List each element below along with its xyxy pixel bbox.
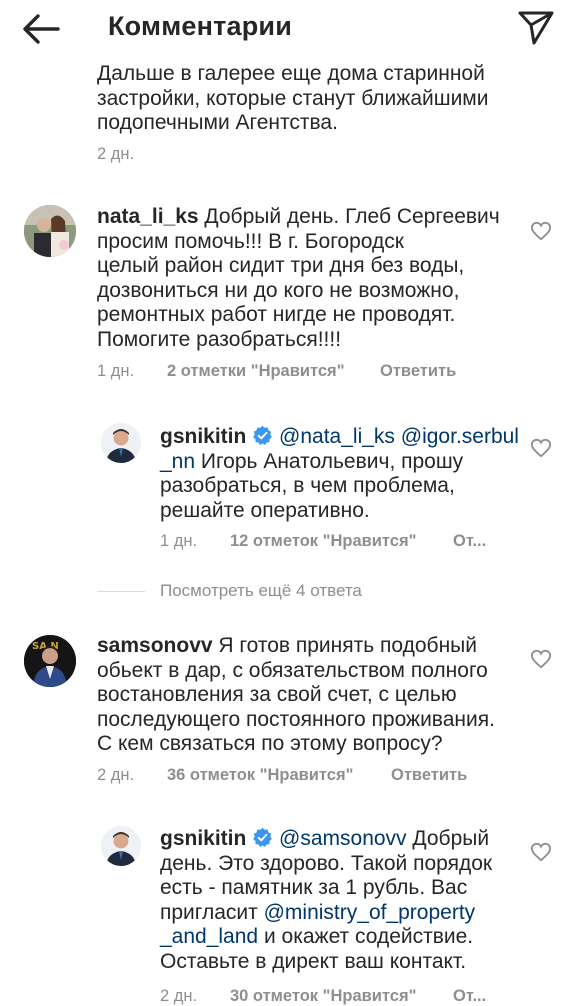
view-more-replies-link[interactable]: Посмотреть ещё 4 ответа — [160, 581, 362, 601]
page-title: Комментарии — [108, 11, 293, 41]
divider — [97, 591, 145, 592]
mention-link[interactable]: @nata_li_ks — [279, 425, 395, 448]
mention-link-continuation[interactable]: _nn — [160, 450, 195, 473]
verified-badge-icon — [253, 827, 272, 848]
comment-text-line: обьект в дар, с обязательством полного — [97, 659, 488, 682]
likes-count-link[interactable]: 12 отметок "Нравится" — [230, 532, 416, 551]
comment-time: 2 дн. — [97, 766, 135, 784]
mention-link[interactable]: @samsonovv — [279, 827, 407, 850]
comment-text-line: С кем связаться по этому вопросу? — [97, 732, 443, 755]
comment-text-line: Я готов принять подобный — [218, 634, 477, 657]
comment-text-line: застройки, которые станут ближайшими — [97, 87, 489, 110]
comment-time: 2 дн. — [160, 987, 198, 1005]
comment-text-line: Добрый — [412, 827, 490, 850]
comment-username[interactable]: samsonovv — [97, 634, 213, 657]
avatar-photo-icon — [24, 205, 76, 257]
comment-text-line: Игорь Анатольевич, прошу — [200, 450, 464, 473]
reply-button[interactable]: Ответить — [380, 362, 456, 381]
avatar[interactable]: SA N — [24, 635, 76, 687]
comment-text-line: решайте оперативно. — [160, 499, 370, 522]
comment-time: 1 дн. — [97, 362, 135, 380]
heart-icon[interactable] — [530, 221, 552, 241]
reply-button[interactable]: От... — [453, 532, 486, 551]
comment-text-line: востановления за свой счет, с целью — [97, 683, 457, 706]
comment-text-line: день. Это здорово. Такой порядок — [160, 852, 493, 875]
comment-text-line: подопечными Агентства. — [97, 111, 338, 134]
comment-time: 2 дн. — [97, 145, 135, 163]
comment-text-line: просим помочь!!! В г. Богородск — [97, 230, 404, 253]
reply-button[interactable]: От... — [453, 987, 486, 1006]
comment-text-line: ремонтных работ нигде не проводят. — [97, 303, 456, 326]
likes-count-link[interactable]: 30 отметок "Нравится" — [230, 987, 416, 1006]
comment-text-line: разобраться, в чем проблема, — [160, 474, 455, 497]
avatar[interactable] — [101, 423, 141, 463]
reply-username[interactable]: gsnikitin — [160, 827, 246, 850]
heart-icon[interactable] — [530, 842, 552, 862]
comment-text-line: и окажет содействие. — [263, 925, 474, 948]
verified-badge-icon — [253, 425, 272, 446]
comment-username[interactable]: nata_li_ks — [97, 205, 199, 228]
reply-username[interactable]: gsnikitin — [160, 425, 246, 448]
likes-count-link[interactable]: 36 отметок "Нравится" — [167, 766, 353, 785]
avatar[interactable] — [101, 826, 141, 866]
heart-icon[interactable] — [530, 649, 552, 669]
comment-text-line: Помогите разобраться!!!! — [97, 328, 342, 351]
comment-text-line: Оставьте в директ ваш контакт. — [160, 950, 467, 973]
mention-link-continuation[interactable]: _and_land — [160, 925, 258, 948]
comment-text-line: Добрый день. Глеб Сергеевич — [204, 205, 500, 228]
mention-link[interactable]: @ministry_of_property — [264, 901, 476, 924]
reply-button[interactable]: Ответить — [391, 766, 467, 785]
comment-text-line: Дальше в галерее еще дома старинной — [97, 62, 485, 85]
comment-time: 1 дн. — [160, 532, 198, 550]
comment-text-line: есть - памятник за 1 рубль. Вас — [160, 876, 468, 899]
avatar-photo-icon — [101, 826, 141, 866]
comment-text-line: пригласит — [160, 901, 258, 924]
send-direct-icon[interactable] — [517, 10, 555, 46]
heart-icon[interactable] — [530, 438, 552, 458]
comment-text-line: последующего постоянного проживания. — [97, 708, 495, 731]
likes-count-link[interactable]: 2 отметки "Нравится" — [167, 362, 345, 381]
avatar[interactable] — [24, 205, 76, 257]
avatar-photo-icon: SA N — [24, 635, 76, 687]
comment-text-line: дозвониться ни до кого не возможно, — [97, 279, 460, 302]
comment-text-line: целый район сидит три дня без воды, — [97, 254, 465, 277]
avatar-photo-icon — [101, 423, 141, 463]
back-arrow-icon[interactable] — [22, 13, 60, 45]
header-bar: Комментарии — [0, 0, 583, 58]
mention-link[interactable]: @igor.serbul — [401, 425, 519, 448]
